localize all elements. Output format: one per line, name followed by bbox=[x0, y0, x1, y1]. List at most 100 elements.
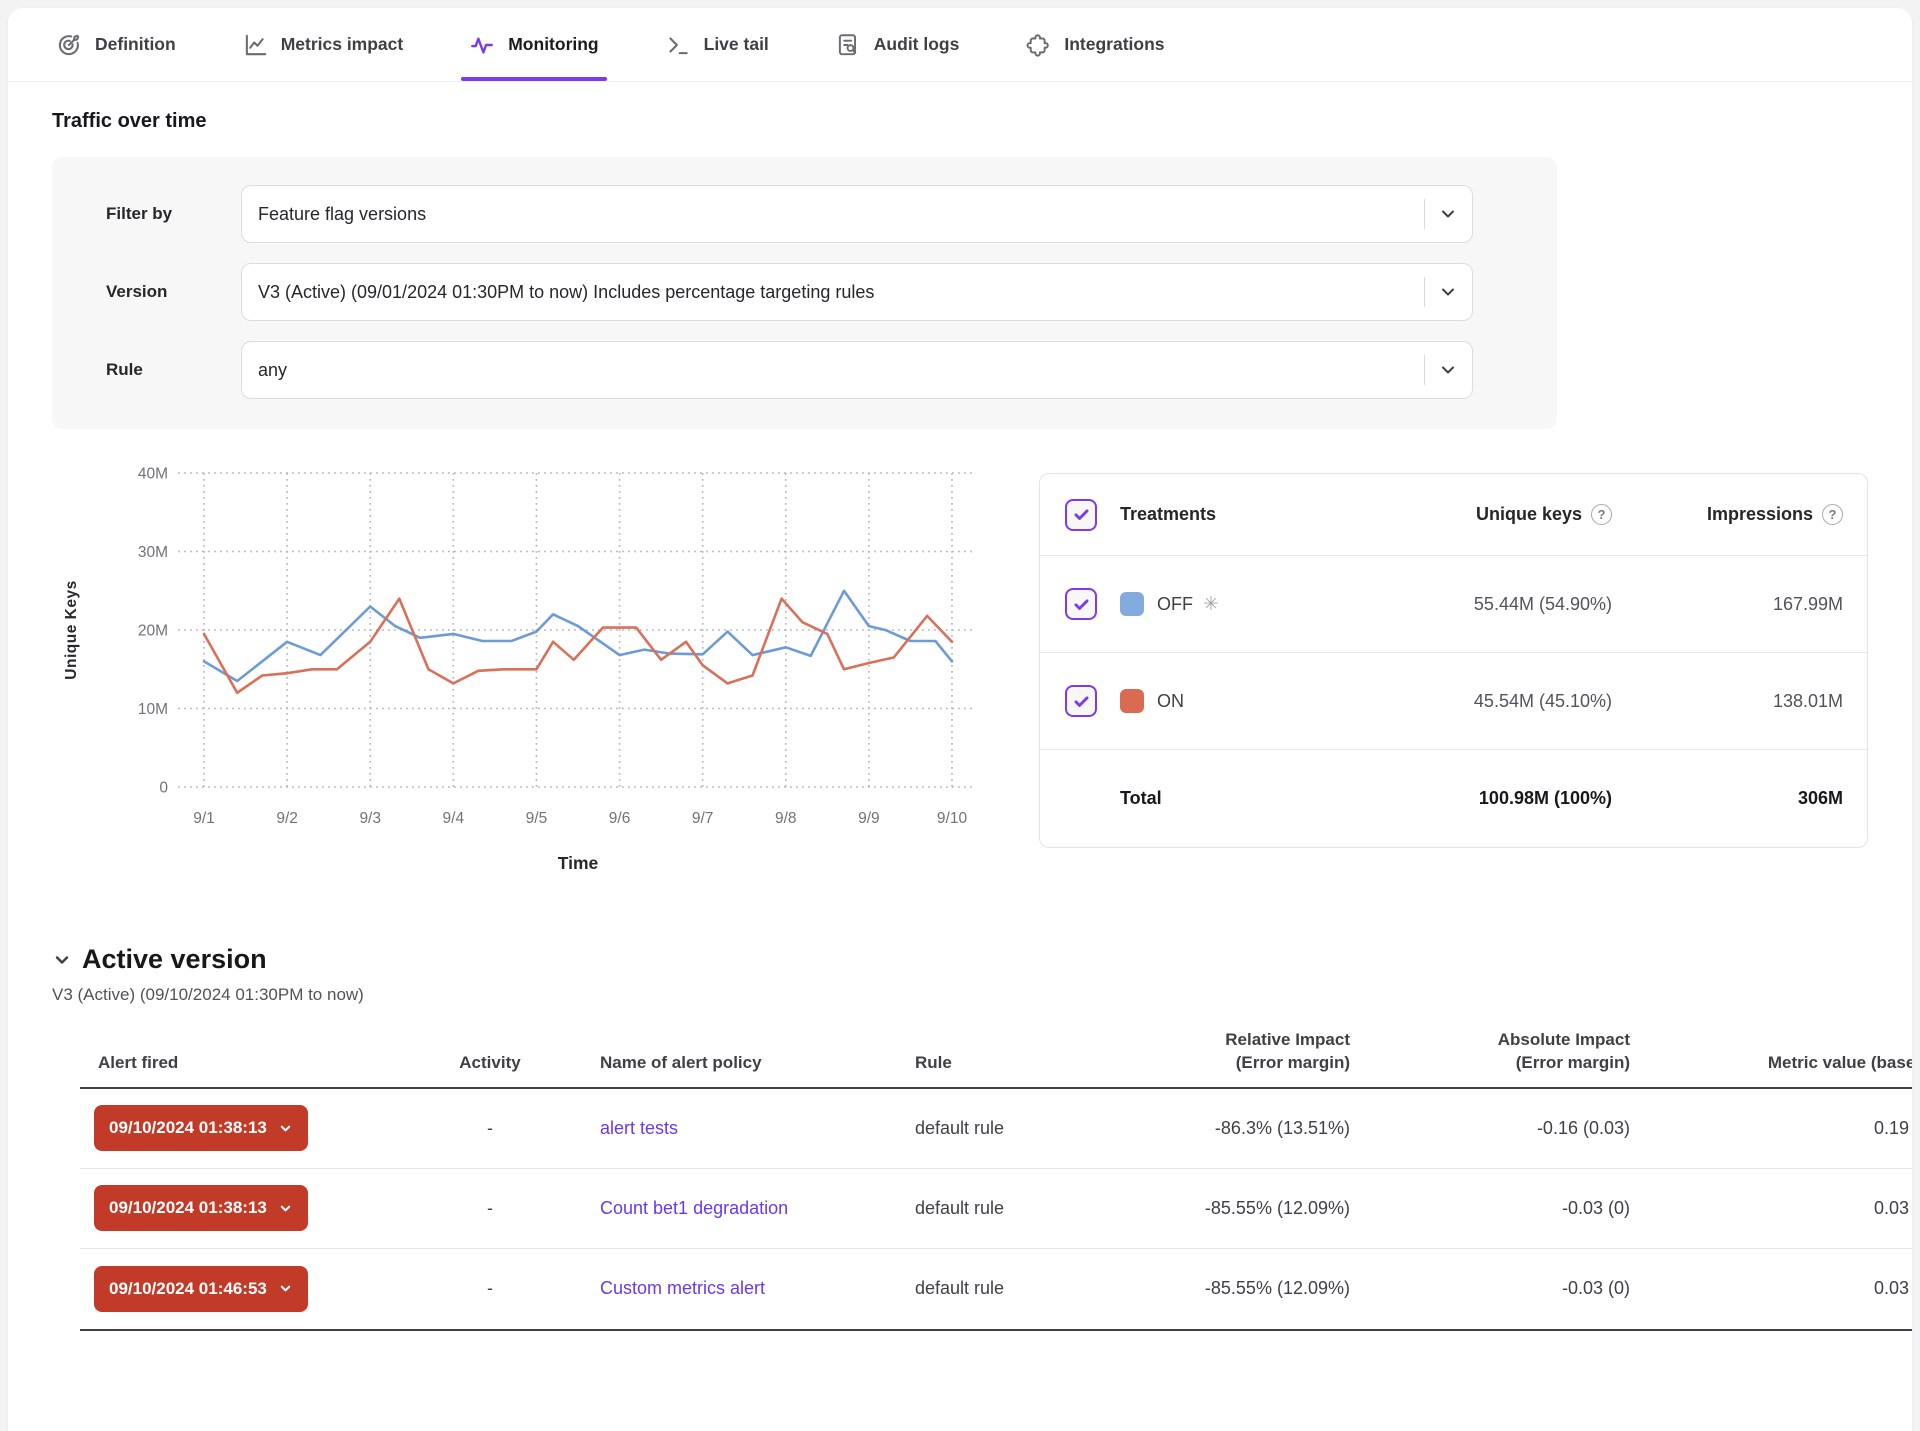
collapse-chevron-icon[interactable] bbox=[52, 950, 72, 970]
filter-by-dropdown[interactable]: Feature flag versions bbox=[241, 185, 1473, 243]
series-line-on bbox=[204, 599, 952, 693]
treatment-impressions: 167.99M bbox=[1612, 594, 1867, 615]
svg-text:9/4: 9/4 bbox=[443, 810, 465, 827]
filter-label: Rule bbox=[106, 360, 241, 380]
alert-rule: default rule bbox=[910, 1198, 1090, 1219]
page-card: Definition Metrics impact Monitoring Live t… bbox=[8, 8, 1912, 1431]
alerts-table: Alert fired Activity Name of alert polic… bbox=[80, 1029, 1912, 1331]
svg-text:30M: 30M bbox=[138, 544, 168, 561]
traffic-chart-container: 010M20M30M40M9/19/29/39/49/59/69/79/89/9… bbox=[52, 447, 1027, 904]
tab-label: Definition bbox=[95, 34, 176, 55]
treatments-card: Treatments Unique keys ? Impressions ? O… bbox=[1039, 473, 1868, 848]
alert-relative-impact: -85.55% (12.09%) bbox=[1090, 1198, 1350, 1219]
alert-policy-link[interactable]: Custom metrics alert bbox=[600, 1278, 765, 1298]
col-policy: Name of alert policy bbox=[600, 1052, 910, 1075]
frozen-asterisk-icon: ✳ bbox=[1203, 595, 1219, 614]
filter-row-version: VersionV3 (Active) (09/01/2024 01:30PM t… bbox=[106, 263, 1557, 321]
svg-text:40M: 40M bbox=[138, 466, 168, 483]
alert-absolute-impact: -0.03 (0) bbox=[1350, 1278, 1630, 1299]
alert-fired-badge[interactable]: 09/10/2024 01:38:13 bbox=[94, 1105, 308, 1151]
tab-live-tail[interactable]: Live tail bbox=[661, 8, 773, 81]
filter-row-rule: Ruleany bbox=[106, 341, 1557, 399]
treatment-impressions: 138.01M bbox=[1612, 691, 1867, 712]
tab-bar: Definition Metrics impact Monitoring Live t… bbox=[8, 8, 1912, 82]
alert-row: 09/10/2024 01:38:13 -Count bet1 degradati… bbox=[80, 1169, 1912, 1249]
treatments-column-header: Treatments bbox=[1120, 504, 1216, 525]
dropdown-value: any bbox=[258, 360, 287, 381]
alert-policy-link[interactable]: Count bet1 degradation bbox=[600, 1198, 788, 1218]
svg-text:9/8: 9/8 bbox=[775, 810, 797, 827]
svg-text:9/3: 9/3 bbox=[359, 810, 381, 827]
col-rule: Rule bbox=[910, 1052, 1090, 1075]
alert-metric-value: 0.03 ( bbox=[1630, 1278, 1912, 1299]
dropdown-value: Feature flag versions bbox=[258, 204, 426, 225]
treatment-name: OFF bbox=[1157, 594, 1193, 615]
filter-row-filter-by: Filter byFeature flag versions bbox=[106, 185, 1557, 243]
definition-icon bbox=[56, 32, 82, 58]
treatment-off-checkbox[interactable] bbox=[1065, 588, 1097, 620]
tab-label: Live tail bbox=[704, 34, 769, 55]
tab-definition[interactable]: Definition bbox=[52, 8, 180, 81]
impressions-column-header: Impressions bbox=[1707, 504, 1813, 525]
filter-label: Version bbox=[106, 282, 241, 302]
divider bbox=[1424, 355, 1425, 385]
col-activity: Activity bbox=[380, 1052, 600, 1075]
chevron-down-icon bbox=[1438, 360, 1458, 380]
monitoring-icon bbox=[469, 32, 495, 58]
treatments-header-row: Treatments Unique keys ? Impressions ? bbox=[1040, 474, 1867, 556]
filter-panel: Filter byFeature flag versions VersionV3 … bbox=[52, 157, 1557, 429]
rule-dropdown[interactable]: any bbox=[241, 341, 1473, 399]
check-icon bbox=[1072, 505, 1091, 524]
treatment-unique-keys: 55.44M (54.90%) bbox=[1262, 594, 1612, 615]
chevron-down-icon bbox=[278, 1281, 293, 1296]
svg-text:10M: 10M bbox=[138, 701, 168, 718]
svg-text:9/10: 9/10 bbox=[937, 810, 968, 827]
alert-fired-badge[interactable]: 09/10/2024 01:46:53 bbox=[94, 1266, 308, 1312]
treatment-name: ON bbox=[1157, 691, 1184, 712]
alert-absolute-impact: -0.03 (0) bbox=[1350, 1198, 1630, 1219]
unique-keys-help-icon[interactable]: ? bbox=[1591, 504, 1612, 525]
version-dropdown[interactable]: V3 (Active) (09/01/2024 01:30PM to now) … bbox=[241, 263, 1473, 321]
chart-row: 010M20M30M40M9/19/29/39/49/59/69/79/89/9… bbox=[52, 447, 1868, 904]
alert-activity: - bbox=[380, 1118, 600, 1139]
metrics-impact-icon bbox=[242, 32, 268, 58]
total-unique-keys: 100.98M (100%) bbox=[1262, 788, 1612, 809]
alert-fired-timestamp: 09/10/2024 01:38:13 bbox=[109, 1198, 267, 1218]
chevron-down-icon bbox=[1438, 204, 1458, 224]
tab-integrations[interactable]: Integrations bbox=[1021, 8, 1168, 81]
series-line-off bbox=[204, 591, 952, 681]
col-relative-impact: Relative Impact (Error margin) bbox=[1090, 1029, 1350, 1075]
integrations-icon bbox=[1025, 32, 1051, 58]
alert-fired-timestamp: 09/10/2024 01:46:53 bbox=[109, 1279, 267, 1299]
active-version-subtitle: V3 (Active) (09/10/2024 01:30PM to now) bbox=[52, 985, 1868, 1005]
impressions-help-icon[interactable]: ? bbox=[1822, 504, 1843, 525]
svg-text:0: 0 bbox=[159, 780, 168, 797]
treatment-row-off: OFF ✳ 55.44M (54.90%)167.99M bbox=[1040, 556, 1867, 653]
alert-metric-value: 0.19 ( bbox=[1630, 1118, 1912, 1139]
svg-text:9/7: 9/7 bbox=[692, 810, 714, 827]
alert-fired-timestamp: 09/10/2024 01:38:13 bbox=[109, 1118, 267, 1138]
alert-activity: - bbox=[380, 1198, 600, 1219]
tab-monitoring[interactable]: Monitoring bbox=[465, 8, 602, 81]
active-version-header: Active version bbox=[52, 944, 1868, 975]
svg-text:9/2: 9/2 bbox=[276, 810, 298, 827]
series-color-swatch bbox=[1120, 592, 1144, 616]
active-version-title: Active version bbox=[82, 944, 267, 975]
alert-metric-value: 0.03 ( bbox=[1630, 1198, 1912, 1219]
treatment-on-checkbox[interactable] bbox=[1065, 685, 1097, 717]
svg-text:Unique Keys: Unique Keys bbox=[63, 580, 80, 679]
alert-row: 09/10/2024 01:38:13-alert testsdefault r… bbox=[80, 1089, 1912, 1169]
divider bbox=[1424, 277, 1425, 307]
tab-label: Monitoring bbox=[508, 34, 598, 55]
alert-fired-badge[interactable]: 09/10/2024 01:38:13 bbox=[94, 1185, 308, 1231]
treatment-row-on: ON45.54M (45.10%)138.01M bbox=[1040, 653, 1867, 750]
col-metric-value: Metric value (basel bbox=[1630, 1052, 1912, 1075]
tab-label: Audit logs bbox=[874, 34, 960, 55]
alert-rule: default rule bbox=[910, 1278, 1090, 1299]
tab-audit-logs[interactable]: Audit logs bbox=[831, 8, 964, 81]
alert-policy-link[interactable]: alert tests bbox=[600, 1118, 678, 1138]
tab-metrics-impact[interactable]: Metrics impact bbox=[238, 8, 408, 81]
chevron-down-icon bbox=[278, 1201, 293, 1216]
treatments-select-all-checkbox[interactable] bbox=[1065, 499, 1097, 531]
unique-keys-column-header: Unique keys bbox=[1476, 504, 1582, 525]
